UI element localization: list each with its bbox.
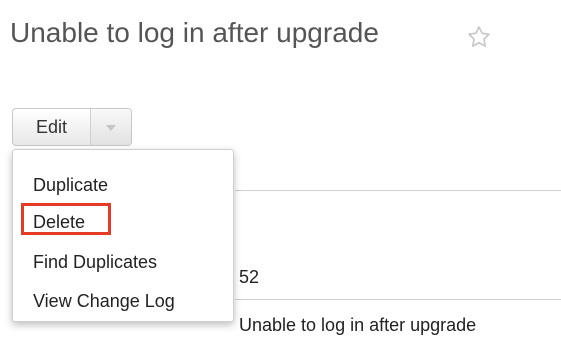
actions-dropdown-menu: Duplicate Delete Find Duplicates View Ch… xyxy=(12,149,234,322)
divider-line xyxy=(235,299,561,300)
record-title: Unable to log in after upgrade xyxy=(10,17,379,48)
menu-item-view-change-log[interactable]: View Change Log xyxy=(33,290,175,312)
menu-item-find-duplicates[interactable]: Find Duplicates xyxy=(33,251,157,273)
record-number-value: 52 xyxy=(239,267,260,287)
record-subject-value: Unable to log in after upgrade xyxy=(239,315,477,335)
menu-item-delete[interactable]: Delete xyxy=(30,211,88,233)
divider-line xyxy=(235,190,561,191)
menu-item-duplicate[interactable]: Duplicate xyxy=(33,174,108,196)
edit-button[interactable]: Edit xyxy=(13,109,91,145)
edit-button-group: Edit xyxy=(12,108,132,146)
star-outline-icon[interactable] xyxy=(466,24,492,50)
chevron-down-icon xyxy=(106,125,116,131)
edit-dropdown-toggle[interactable] xyxy=(91,109,131,145)
